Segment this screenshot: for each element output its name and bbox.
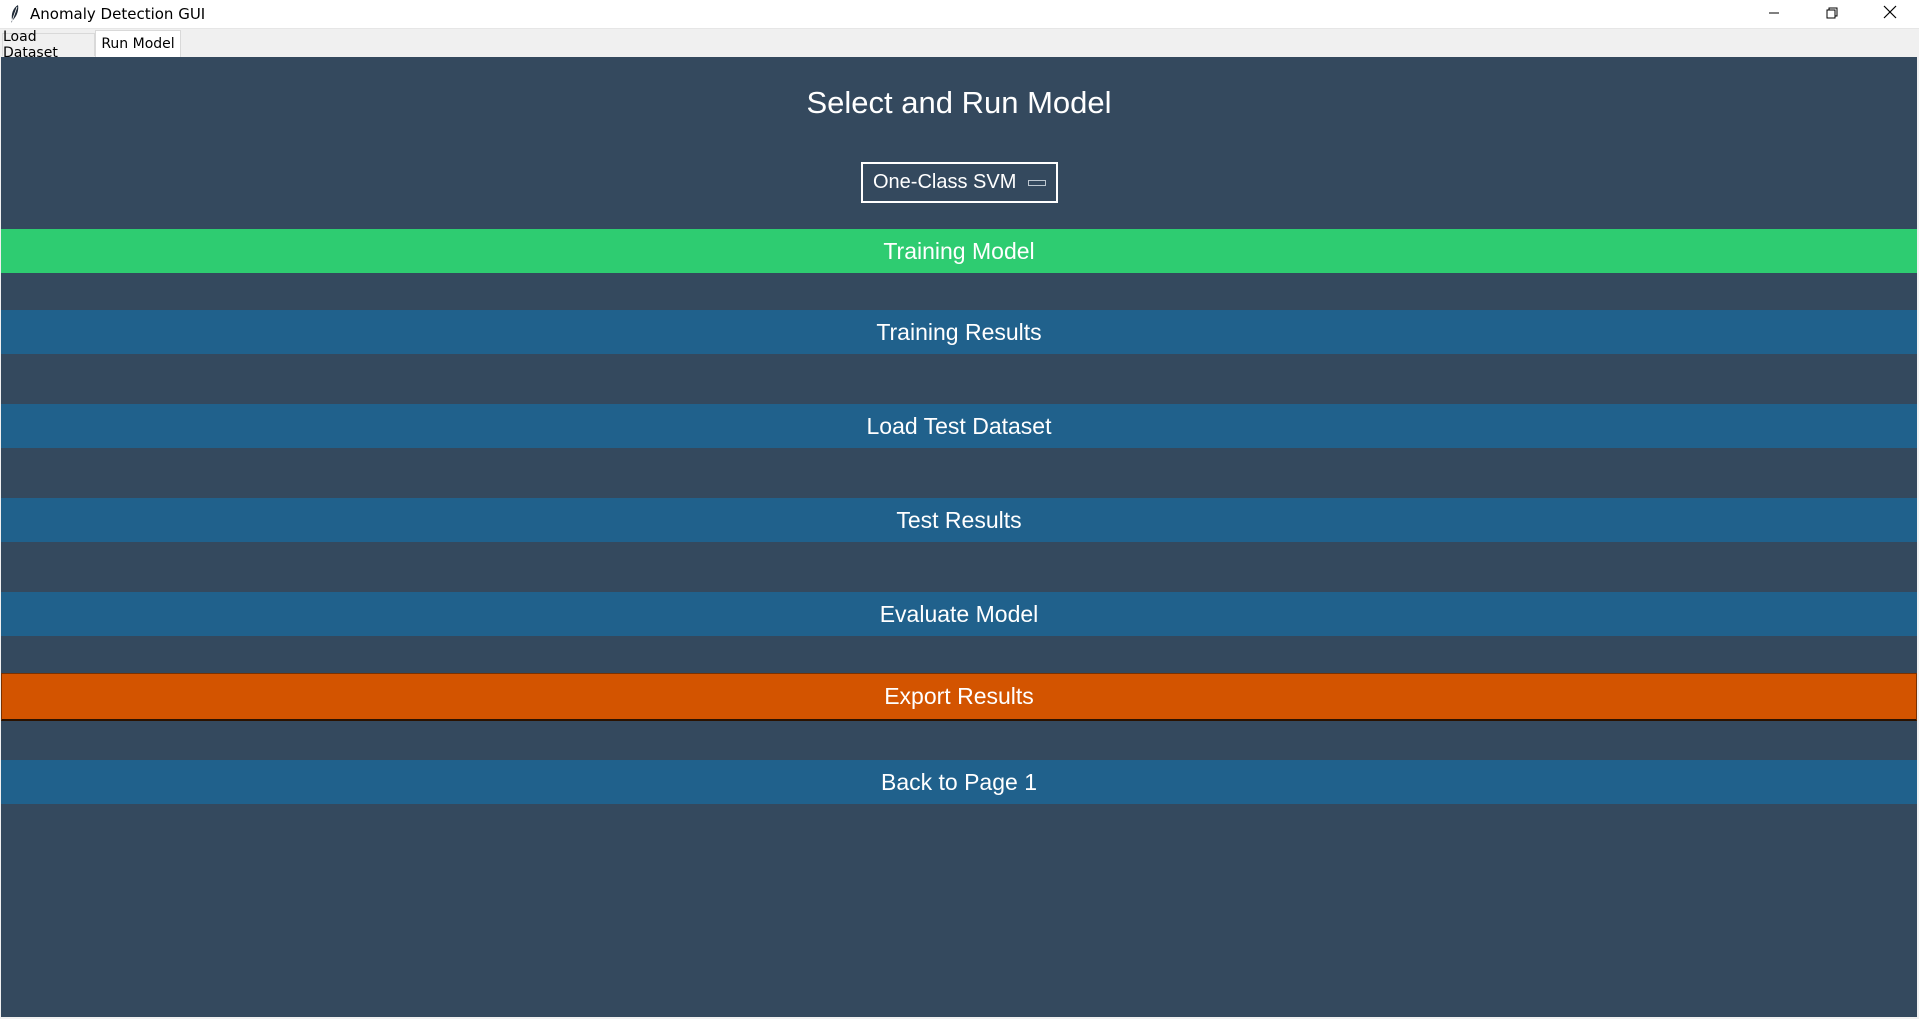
minimize-icon	[1768, 6, 1780, 24]
export-results-button[interactable]: Export Results	[1, 673, 1917, 721]
evaluate-model-button[interactable]: Evaluate Model	[1, 592, 1917, 636]
window-title: Anomaly Detection GUI	[30, 5, 206, 23]
feather-icon	[4, 4, 26, 24]
model-select-dropdown[interactable]: One-Class SVM	[861, 162, 1058, 203]
close-button[interactable]	[1861, 0, 1919, 29]
training-model-button[interactable]: Training Model	[1, 229, 1917, 273]
window-controls	[1745, 0, 1919, 29]
run-model-page: Select and Run Model One-Class SVM Train…	[1, 57, 1917, 1017]
minimize-button[interactable]	[1745, 0, 1803, 29]
option-menu-indicator-icon	[1028, 180, 1046, 186]
tab-run-model[interactable]: Run Model	[95, 30, 181, 57]
tab-load-dataset[interactable]: Load Dataset	[2, 29, 95, 61]
training-results-button[interactable]: Training Results	[1, 310, 1917, 354]
close-icon	[1883, 5, 1897, 24]
restore-button[interactable]	[1803, 0, 1861, 29]
restore-icon	[1826, 6, 1838, 24]
title-bar: Anomaly Detection GUI	[0, 0, 1919, 29]
page-title: Select and Run Model	[806, 85, 1112, 120]
test-results-button[interactable]: Test Results	[1, 498, 1917, 542]
notebook-tab-bar: Load Dataset Run Model	[0, 29, 1919, 61]
back-to-page-1-button[interactable]: Back to Page 1	[1, 760, 1917, 804]
load-test-dataset-button[interactable]: Load Test Dataset	[1, 404, 1917, 448]
model-select-value: One-Class SVM	[873, 171, 1017, 193]
